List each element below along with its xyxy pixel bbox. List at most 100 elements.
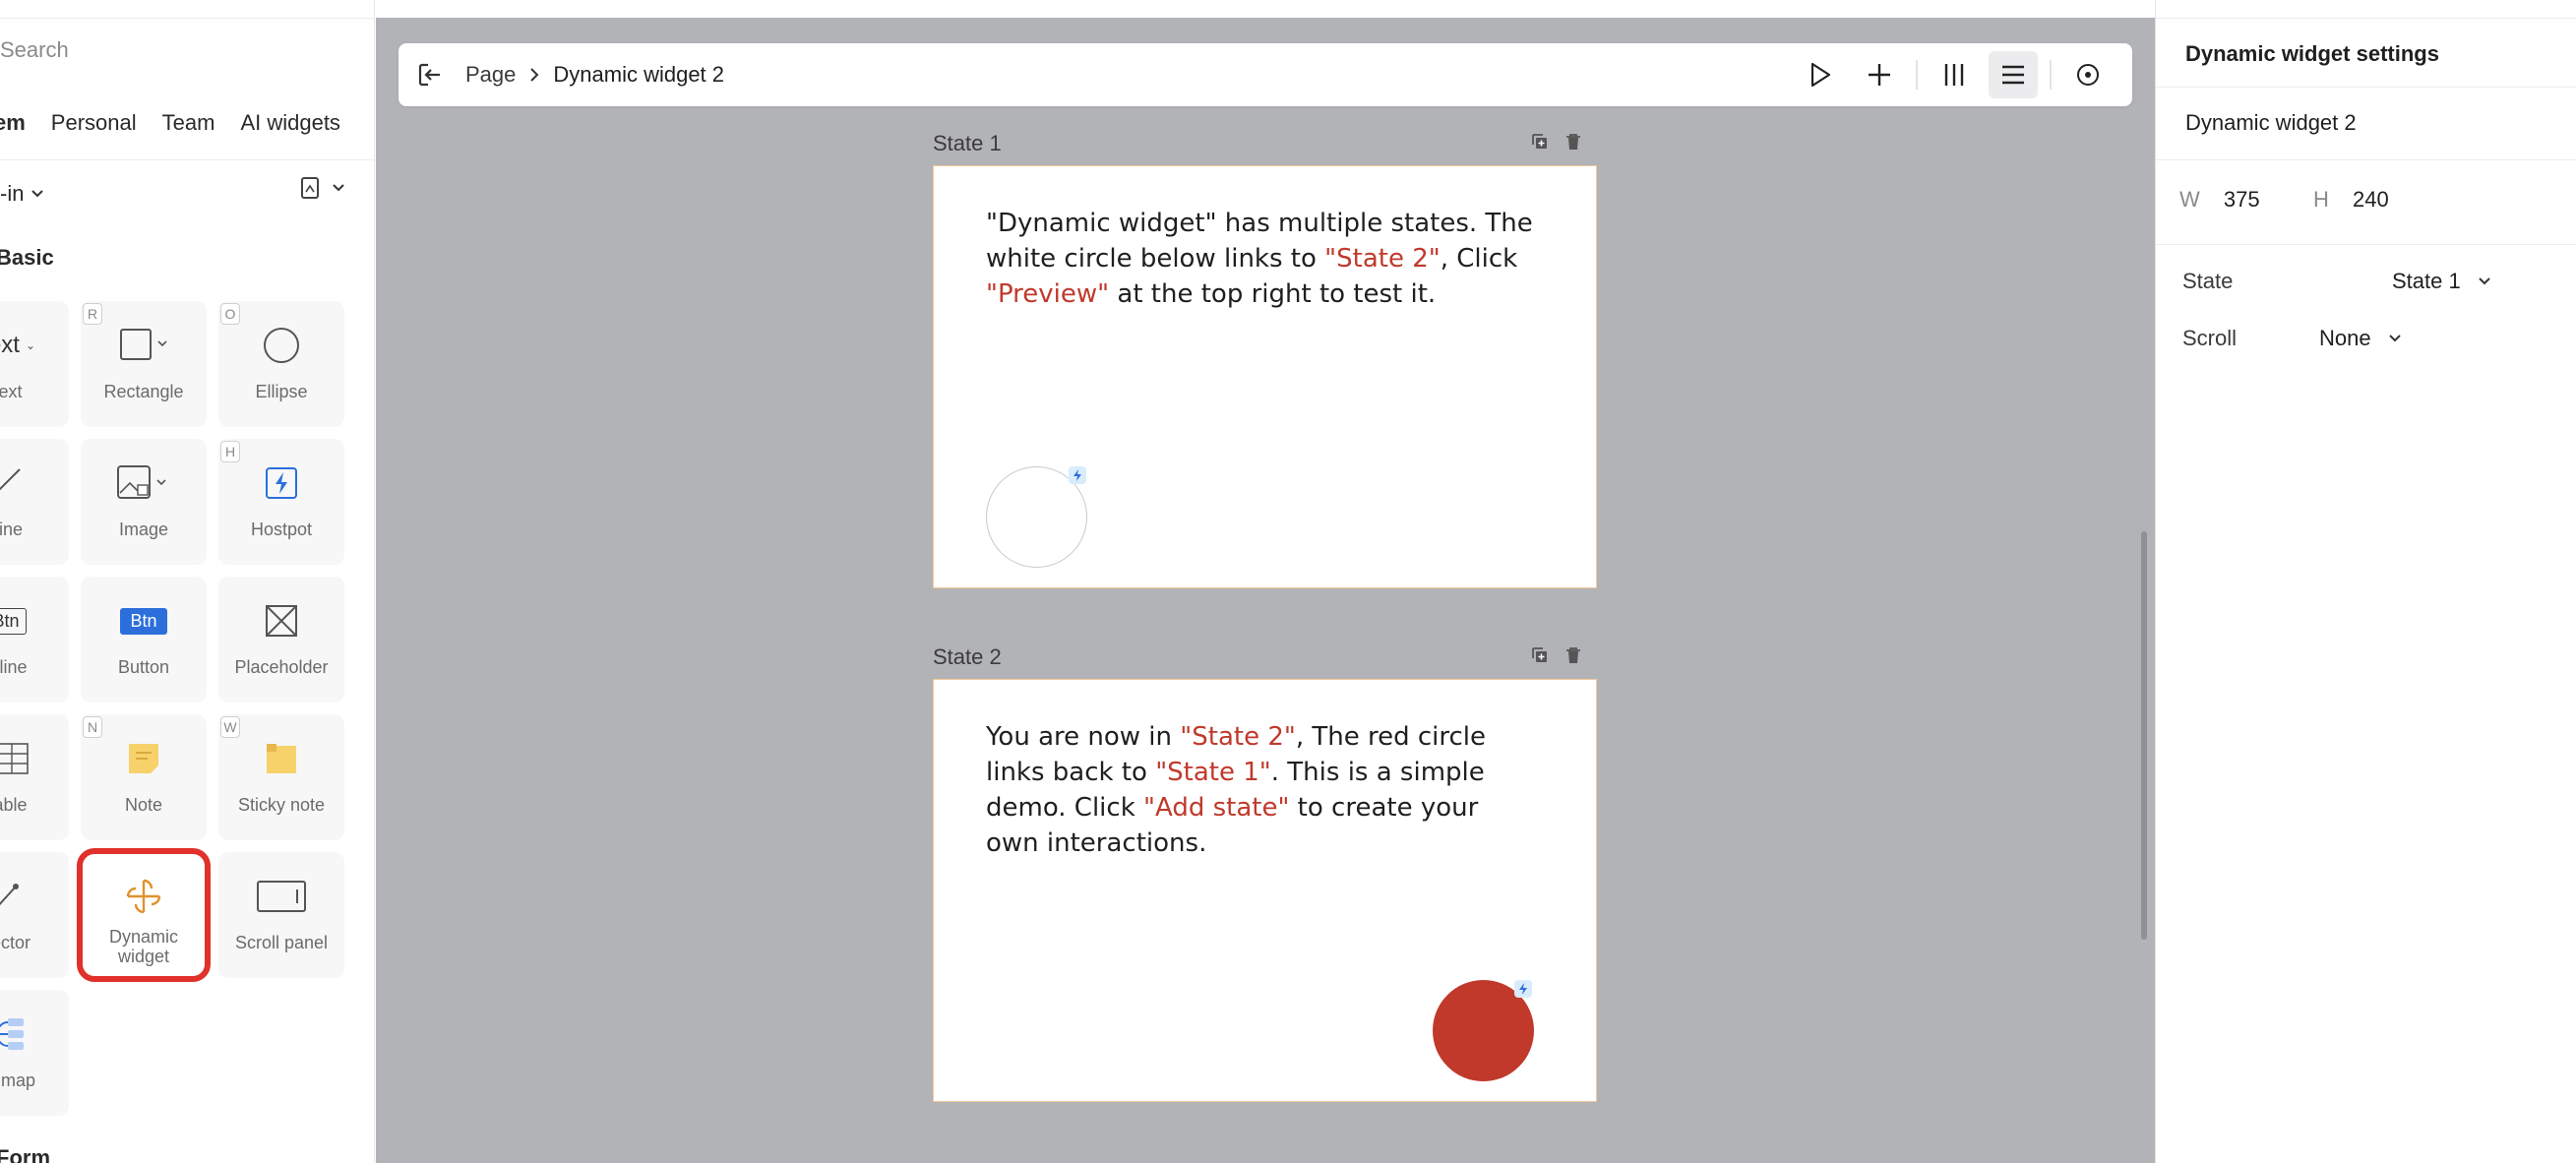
widget-label: Button <box>117 657 170 677</box>
widget-label: Scroll panel <box>234 933 329 952</box>
duplicate-icon[interactable] <box>1531 133 1549 151</box>
trash-icon[interactable] <box>1564 133 1582 151</box>
line-icon <box>0 460 26 506</box>
duplicate-icon[interactable] <box>1531 646 1549 664</box>
rows-layout-button[interactable] <box>1989 51 2038 98</box>
table-icon <box>0 736 30 781</box>
canvas-toolbar: Page Dynamic widget 2 <box>399 43 2132 106</box>
library-tabs: em Personal Team AI widgets <box>0 110 366 136</box>
tab-team[interactable]: Team <box>162 110 233 136</box>
tab-system[interactable]: em <box>0 110 43 136</box>
chevron-down-icon <box>333 184 344 192</box>
preview-button[interactable] <box>1796 51 1845 98</box>
height-field[interactable]: H 240 <box>2313 187 2389 213</box>
rows-icon <box>2002 65 2024 85</box>
search-input[interactable]: Search <box>0 37 69 63</box>
scroll-select[interactable]: None <box>2319 326 2401 351</box>
text-icon: Text⌄ <box>0 332 36 358</box>
interaction-link-icon <box>1514 980 1532 998</box>
target-icon <box>2077 64 2099 86</box>
exit-icon[interactable] <box>416 61 444 89</box>
widget-name-field[interactable]: Dynamic widget 2 <box>2185 110 2357 136</box>
widget-connector[interactable]: nector <box>0 852 69 978</box>
widget-ellipse[interactable]: O Ellipse <box>218 301 344 427</box>
settings-title: Dynamic widget settings <box>2185 41 2439 66</box>
image-icon <box>116 460 171 506</box>
widget-label: Dynamic widget <box>108 927 178 966</box>
breadcrumb-page[interactable]: Page <box>465 62 516 88</box>
shortcut-key: R <box>83 303 102 325</box>
shortcut-key: H <box>220 441 240 462</box>
divider <box>0 18 374 19</box>
canvas-scrollbar[interactable] <box>2141 531 2147 940</box>
section-title-form: Form <box>0 1145 50 1163</box>
widget-image[interactable]: Image <box>81 439 207 565</box>
play-icon <box>1810 62 1831 88</box>
widget-label: utline <box>0 657 28 677</box>
widget-line[interactable]: Line <box>0 439 69 565</box>
chevron-right-icon <box>530 68 539 82</box>
divider <box>2156 159 2576 160</box>
widget-dynamic-widget[interactable]: Dynamic widget <box>77 848 211 982</box>
widget-button[interactable]: Btn Button <box>81 577 207 703</box>
rectangle-icon <box>119 323 168 368</box>
library-filter-dropdown[interactable]: -in <box>0 181 44 207</box>
widget-table[interactable]: Table <box>0 714 69 840</box>
widget-label: Rectangle <box>103 382 184 401</box>
button-icon: Btn <box>120 598 167 643</box>
tab-personal[interactable]: Personal <box>51 110 154 136</box>
widget-text[interactable]: Text⌄ Text <box>0 301 69 427</box>
state-1-frame[interactable]: "Dynamic widget" has multiple states. Th… <box>933 165 1597 588</box>
add-state-button[interactable] <box>1855 51 1904 98</box>
tab-ai-widgets[interactable]: AI widgets <box>240 110 358 136</box>
shortcut-key: O <box>220 303 240 325</box>
divider <box>2050 60 2052 90</box>
divider <box>0 159 374 160</box>
widget-label: Note <box>124 795 163 815</box>
note-icon <box>126 736 161 781</box>
widget-rectangle[interactable]: R Rectangle <box>81 301 207 427</box>
shortcut-key: N <box>83 716 102 738</box>
widget-sticky-note[interactable]: W Sticky note <box>218 714 344 840</box>
ellipse-icon <box>262 323 301 368</box>
app-window: Search em Personal Team AI widgets -in B… <box>0 0 2576 1163</box>
trash-icon[interactable] <box>1564 646 1582 664</box>
widget-label: Sticky note <box>237 795 326 815</box>
widget-label: Line <box>0 520 24 539</box>
state-1-tools <box>1531 133 1582 151</box>
width-label: W <box>2179 187 2200 212</box>
shortcut-key: W <box>220 716 240 738</box>
divider <box>2156 18 2576 19</box>
state-select[interactable]: State 1 <box>2392 269 2490 294</box>
widget-placeholder[interactable]: Placeholder <box>218 577 344 703</box>
plus-icon <box>1869 64 1890 86</box>
width-field[interactable]: W 375 <box>2179 187 2260 213</box>
height-label: H <box>2313 187 2329 212</box>
state-1-label: State 1 <box>933 131 1002 155</box>
widget-note[interactable]: N Note <box>81 714 207 840</box>
dynamic-widget-icon <box>124 874 163 919</box>
widget-hotspot[interactable]: H Hostpot <box>218 439 344 565</box>
scroll-select-value: None <box>2319 326 2371 350</box>
widget-outline-button[interactable]: Btn utline <box>0 577 69 703</box>
mind-map-icon <box>0 1011 30 1057</box>
columns-layout-button[interactable] <box>1930 51 1979 98</box>
columns-icon <box>1944 64 1964 86</box>
target-button[interactable] <box>2063 51 2113 98</box>
chevron-down-icon <box>2479 277 2490 285</box>
view-mode-dropdown[interactable] <box>301 177 344 199</box>
connector-icon <box>0 874 24 919</box>
widget-grid: Text⌄ Text R Rectangle O Ellipse Line Im… <box>0 301 344 1116</box>
widget-mind-map[interactable]: nd map <box>0 990 69 1116</box>
chevron-down-icon <box>31 190 44 198</box>
settings-panel: Dynamic widget settings Dynamic widget 2… <box>2155 0 2576 1163</box>
widget-scroll-panel[interactable]: Scroll panel <box>218 852 344 978</box>
widget-label: Ellipse <box>255 382 308 401</box>
state-2-frame[interactable]: You are now in "State 2", The red circle… <box>933 679 1597 1102</box>
document-icon <box>301 177 319 199</box>
filter-label: -in <box>0 181 25 206</box>
height-value: 240 <box>2353 187 2389 212</box>
divider <box>2156 244 2576 245</box>
width-value: 375 <box>2223 187 2260 212</box>
widget-library-panel: Search em Personal Team AI widgets -in B… <box>0 0 375 1163</box>
